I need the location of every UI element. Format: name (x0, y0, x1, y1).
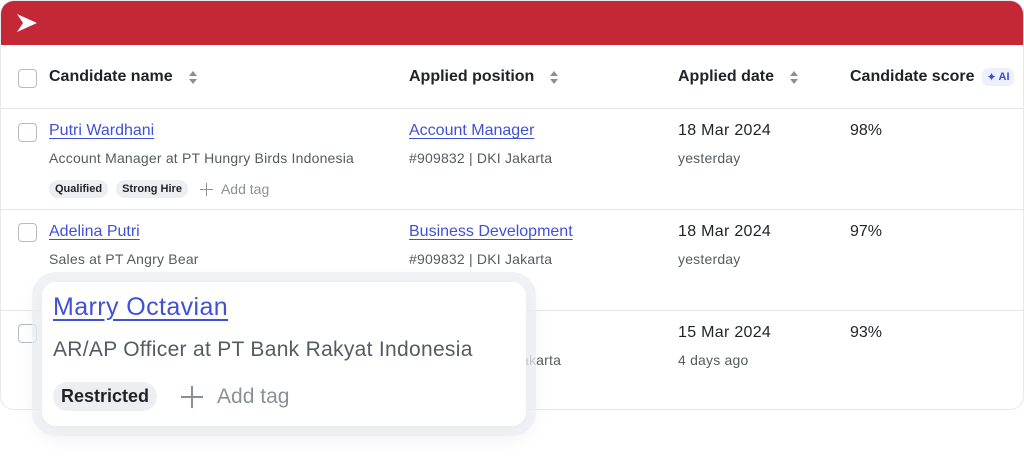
plus-icon (181, 385, 204, 408)
applied-date: 18 Mar 2024 (678, 223, 772, 240)
candidate-title: Sales at PT Angry Bear (49, 251, 199, 267)
row-checkbox[interactable] (18, 324, 37, 343)
ai-badge: ✦ AI (982, 68, 1014, 86)
applied-date-relative: 4 days ago (678, 352, 749, 368)
column-header-candidate-name[interactable]: Candidate name (49, 68, 197, 86)
play-chevron-icon[interactable] (15, 13, 39, 33)
candidate-score: 93% (850, 324, 883, 341)
position-link[interactable]: Business Development (409, 223, 573, 241)
column-header-applied-date[interactable]: Applied date (678, 68, 799, 86)
tag-qualified[interactable]: Qualified (49, 180, 109, 198)
candidate-title: AR/AP Officer at PT Bank Rakyat Indonesi… (53, 338, 473, 361)
column-header-applied-position[interactable]: Applied position (409, 68, 559, 86)
plus-icon (199, 182, 213, 196)
row-checkbox[interactable] (18, 123, 37, 142)
position-meta: #909832 | DKI Jakarta (409, 150, 553, 166)
applied-date-relative: yesterday (678, 150, 741, 166)
top-bar (1, 1, 1023, 45)
position-link[interactable]: Account Manager (409, 122, 534, 140)
applied-date: 18 Mar 2024 (678, 122, 772, 139)
applied-date: 15 Mar 2024 (678, 324, 772, 341)
table-row[interactable]: Putri Wardhani Account Manager at PT Hun… (1, 109, 1023, 210)
column-header-candidate-score[interactable]: Candidate score ✦ AI (850, 68, 1014, 86)
candidate-name-link[interactable]: Marry Octavian (53, 293, 228, 322)
candidate-score: 98% (850, 122, 883, 139)
candidate-title: Account Manager at PT Hungry Birds Indon… (49, 150, 355, 166)
tag-list: Restricted Add tag (53, 382, 289, 411)
sparkle-icon: ✦ (986, 70, 997, 84)
table-header: Candidate name Applied position Applied … (1, 45, 1023, 109)
candidate-name-link[interactable]: Putri Wardhani (49, 122, 154, 140)
add-tag-button[interactable]: Add tag (181, 385, 289, 409)
candidate-name-link[interactable]: Adelina Putri (49, 223, 140, 241)
applied-date-relative: yesterday (678, 251, 741, 267)
candidate-zoom-card: Marry Octavian AR/AP Officer at PT Bank … (42, 282, 526, 426)
tag-list: Qualified Strong Hire Add tag (49, 180, 269, 198)
sort-icon[interactable] (188, 70, 197, 84)
sort-icon[interactable] (550, 70, 559, 84)
tag-restricted[interactable]: Restricted (53, 382, 158, 411)
position-meta: akarta (521, 352, 562, 368)
position-meta: #909832 | DKI Jakarta (409, 251, 553, 267)
add-tag-button[interactable]: Add tag (199, 181, 269, 197)
candidate-score: 97% (850, 223, 883, 240)
row-checkbox[interactable] (18, 223, 37, 242)
select-all-checkbox[interactable] (18, 69, 37, 88)
tag-strong-hire[interactable]: Strong Hire (116, 180, 188, 198)
sort-icon[interactable] (790, 70, 799, 84)
